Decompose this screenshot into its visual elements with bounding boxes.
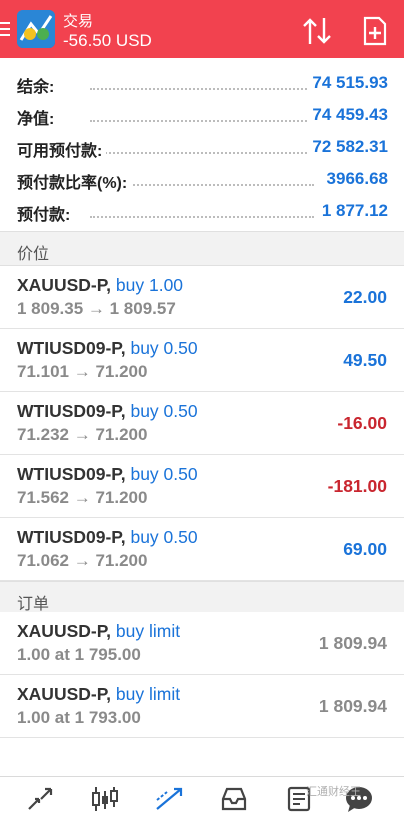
- order-symbol: XAUUSD-P,: [17, 621, 112, 641]
- summary-row-balance: 结余: 74 515.93: [0, 68, 404, 100]
- metatrader-logo-icon: [17, 10, 55, 48]
- summary-value: 3966.68: [322, 169, 388, 189]
- order-detail: 1.00 at 1 793.00: [17, 708, 141, 727]
- position-row[interactable]: WTIUSD09-P, buy 0.50 71.062 → 71.200 69.…: [0, 518, 404, 581]
- position-symbol: WTIUSD09-P,: [17, 401, 126, 421]
- summary-label: 预付款比率(%):: [17, 169, 132, 193]
- summary-label: 结余:: [17, 73, 59, 97]
- chart-icon[interactable]: [90, 785, 120, 813]
- top-bar: 交易 -56.50 USD: [0, 0, 404, 58]
- summary-row-equity: 净值: 74 459.43: [0, 100, 404, 132]
- position-side: buy 0.50: [130, 338, 198, 358]
- account-summary: 结余: 74 515.93 净值: 74 459.43 可用预付款: 72 58…: [0, 68, 404, 228]
- positions-section-header: 价位: [0, 231, 404, 266]
- bottom-navigation: 汇通财经王: [0, 776, 404, 819]
- new-order-icon[interactable]: [362, 16, 388, 46]
- position-side: buy 0.50: [130, 464, 198, 484]
- position-side: buy 0.50: [130, 401, 198, 421]
- summary-label: 预付款:: [17, 201, 75, 225]
- trade-icon[interactable]: [154, 785, 184, 813]
- sort-icon[interactable]: [300, 16, 334, 46]
- order-symbol: XAUUSD-P,: [17, 684, 112, 704]
- order-row[interactable]: XAUUSD-P, buy limit 1.00 at 1 795.00 1 8…: [0, 612, 404, 675]
- position-symbol: WTIUSD09-P,: [17, 464, 126, 484]
- order-current-price: 1 809.94: [318, 696, 387, 716]
- summary-label: 可用预付款:: [17, 137, 107, 161]
- position-symbol: WTIUSD09-P,: [17, 527, 126, 547]
- summary-label: 净值:: [17, 105, 59, 129]
- position-prices: 1 809.35 → 1 809.57: [17, 299, 176, 318]
- position-profit: -181.00: [327, 476, 387, 496]
- summary-value: 74 515.93: [308, 73, 388, 93]
- position-profit: 69.00: [343, 539, 387, 559]
- position-profit: 49.50: [343, 350, 387, 370]
- position-row[interactable]: XAUUSD-P, buy 1.00 1 809.35 → 1 809.57 2…: [0, 266, 404, 329]
- position-prices: 71.232 → 71.200: [17, 425, 148, 444]
- section-title: 订单: [17, 596, 50, 613]
- summary-value: 74 459.43: [308, 105, 388, 125]
- watermark: 汇通财经王: [306, 786, 361, 798]
- position-row[interactable]: WTIUSD09-P, buy 0.50 71.232 → 71.200 -16…: [0, 392, 404, 455]
- order-current-price: 1 809.94: [318, 633, 387, 653]
- position-prices: 71.562 → 71.200: [17, 488, 148, 507]
- history-icon[interactable]: [219, 785, 249, 813]
- order-side: buy limit: [115, 684, 181, 704]
- order-side: buy limit: [115, 621, 181, 641]
- orders-section-header: 订单: [0, 581, 404, 616]
- position-profit: -16.00: [337, 413, 387, 433]
- summary-value: 1 877.12: [317, 201, 388, 221]
- position-symbol: WTIUSD09-P,: [17, 338, 126, 358]
- floating-profit: -56.50 USD: [63, 31, 152, 50]
- position-row[interactable]: WTIUSD09-P, buy 0.50 71.562 → 71.200 -18…: [0, 455, 404, 518]
- position-prices: 71.101 → 71.200: [17, 362, 148, 381]
- screen-title: 交易: [63, 13, 94, 30]
- position-profit: 22.00: [343, 287, 387, 307]
- position-symbol: XAUUSD-P,: [17, 275, 112, 295]
- position-prices: 71.062 → 71.200: [17, 551, 148, 570]
- position-row[interactable]: WTIUSD09-P, buy 0.50 71.101 → 71.200 49.…: [0, 329, 404, 392]
- order-detail: 1.00 at 1 795.00: [17, 645, 141, 664]
- summary-row-margin-level: 预付款比率(%): 3966.68: [0, 164, 404, 196]
- summary-value: 72 582.31: [308, 137, 388, 157]
- quotes-icon[interactable]: [25, 785, 55, 813]
- order-row[interactable]: XAUUSD-P, buy limit 1.00 at 1 793.00 1 8…: [0, 675, 404, 738]
- position-side: buy 1.00: [115, 275, 184, 295]
- menu-icon[interactable]: [0, 22, 10, 38]
- position-side: buy 0.50: [130, 527, 198, 547]
- section-title: 价位: [17, 246, 50, 263]
- summary-row-margin: 预付款: 1 877.12: [0, 196, 404, 228]
- summary-row-free-margin: 可用预付款: 72 582.31: [0, 132, 404, 164]
